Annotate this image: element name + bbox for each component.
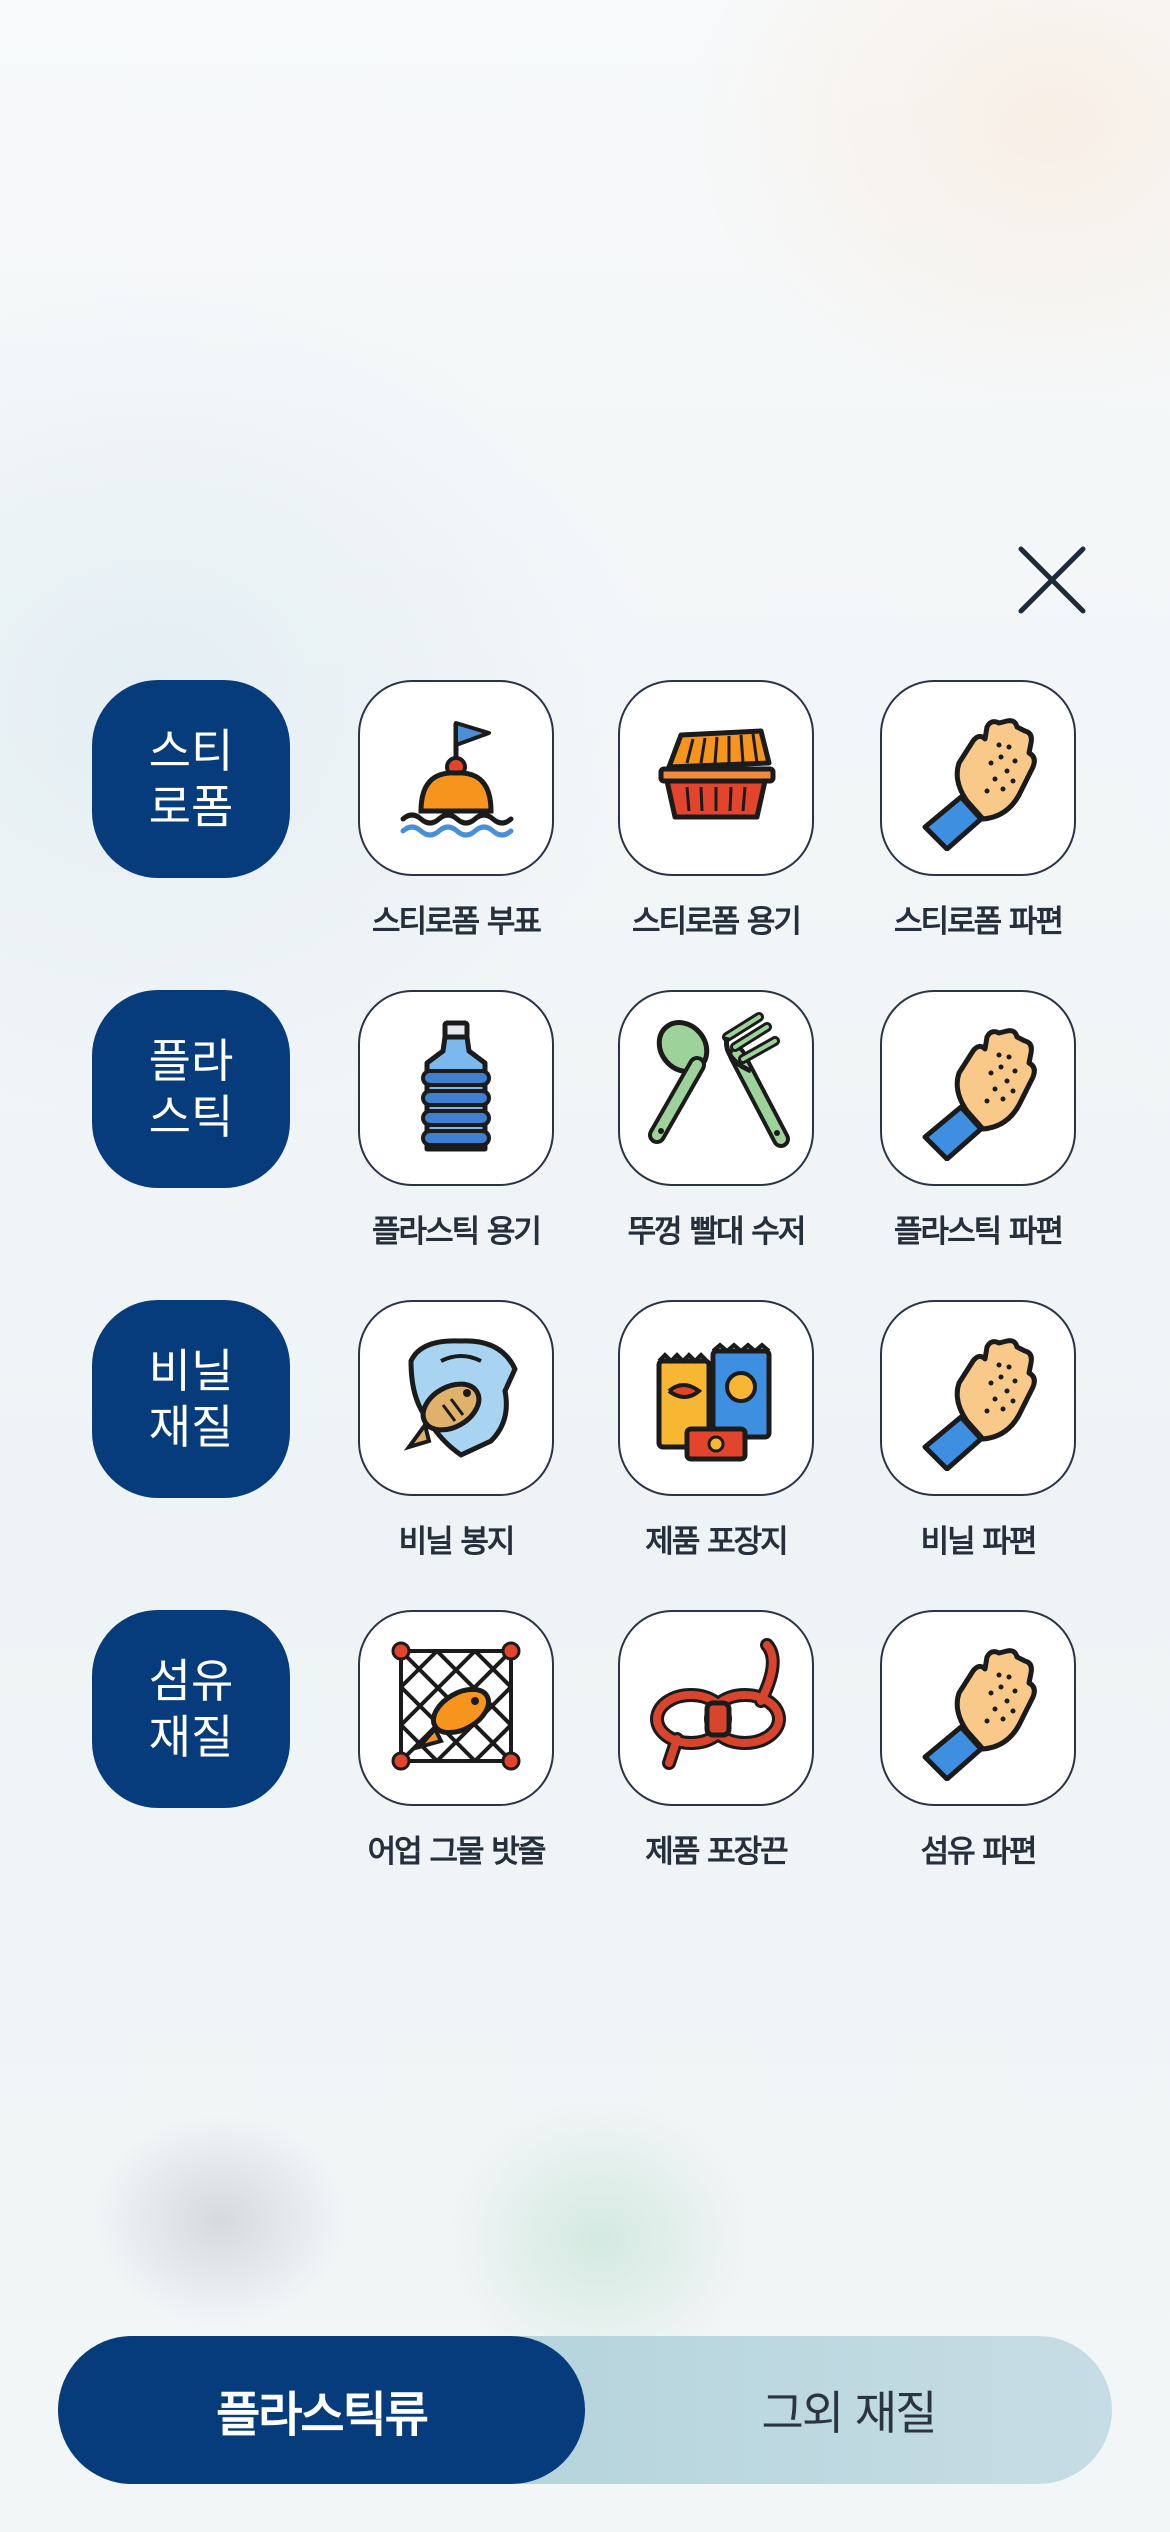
material-item[interactable]: 제품 포장지	[586, 1300, 846, 1570]
material-segment-control: 플라스틱류 그외 재질	[58, 2336, 1112, 2484]
material-item[interactable]: 스티로폼 용기	[586, 680, 846, 950]
material-item-label: 스티로폼 부표	[372, 904, 542, 940]
material-item-label: 제품 포장지	[645, 1524, 788, 1560]
material-item-label: 어업 그물 밧줄	[367, 1834, 547, 1870]
fishing-net-icon	[381, 1631, 531, 1785]
material-item-label: 비닐 파편	[920, 1524, 1038, 1560]
category-button[interactable]: 비닐 재질	[92, 1300, 290, 1498]
category-button[interactable]: 플라 스틱	[92, 990, 290, 1188]
buoy-icon	[381, 701, 531, 855]
material-tile[interactable]	[358, 680, 554, 876]
rope-coil-icon	[641, 1631, 791, 1785]
material-item[interactable]: 플라스틱 파편	[848, 990, 1108, 1260]
fragments-hand-icon	[903, 1011, 1053, 1165]
material-item-label: 스티로폼 용기	[632, 904, 802, 940]
material-item-label: 스티로폼 파편	[894, 904, 1064, 940]
segment-other-tab[interactable]: 그외 재질	[585, 2336, 1112, 2484]
material-item-label: 섬유 파편	[920, 1834, 1038, 1870]
category-row: 스티 로폼 스티로폼 부표 스티로폼 용기 스티로폼 파편	[0, 680, 1170, 950]
material-item[interactable]: 뚜껑 빨대 수저	[586, 990, 846, 1260]
material-tile[interactable]	[618, 990, 814, 1186]
category-row: 비닐 재질 비닐 봉지 제품 포장지 비닐 파편	[0, 1300, 1170, 1570]
material-tile[interactable]	[880, 990, 1076, 1186]
close-icon	[1018, 546, 1086, 614]
background	[0, 0, 1170, 2532]
plastic-bag-fish-icon	[381, 1321, 531, 1475]
material-tile[interactable]	[880, 1610, 1076, 1806]
segment-plastic-tab[interactable]: 플라스틱류	[58, 2336, 585, 2484]
material-item[interactable]: 비닐 봉지	[326, 1300, 586, 1570]
category-button[interactable]: 스티 로폼	[92, 680, 290, 878]
material-tile[interactable]	[618, 1300, 814, 1496]
material-item[interactable]: 스티로폼 파편	[848, 680, 1108, 950]
material-tile[interactable]	[358, 1610, 554, 1806]
material-item[interactable]: 스티로폼 부표	[326, 680, 586, 950]
material-item[interactable]: 비닐 파편	[848, 1300, 1108, 1570]
water-bottle-icon	[381, 1011, 531, 1165]
material-tile[interactable]	[880, 1300, 1076, 1496]
material-tile[interactable]	[880, 680, 1076, 876]
takeout-container-icon	[641, 701, 791, 855]
material-tile[interactable]	[618, 1610, 814, 1806]
material-tile[interactable]	[618, 680, 814, 876]
fragments-hand-icon	[903, 701, 1053, 855]
material-item-label: 제품 포장끈	[645, 1834, 788, 1870]
material-item[interactable]: 제품 포장끈	[586, 1610, 846, 1880]
material-item-label: 비닐 봉지	[398, 1524, 516, 1560]
material-item[interactable]: 어업 그물 밧줄	[326, 1610, 586, 1880]
material-item-label: 뚜껑 빨대 수저	[627, 1214, 807, 1250]
spoon-fork-icon	[641, 1011, 791, 1165]
fragments-hand-icon	[903, 1631, 1053, 1785]
snack-wrappers-icon	[641, 1321, 791, 1475]
material-item[interactable]: 플라스틱 용기	[326, 990, 586, 1260]
category-row: 섬유 재질 어업 그물 밧줄 제품 포장끈 섬유 파편	[0, 1610, 1170, 1880]
material-item-label: 플라스틱 용기	[372, 1214, 542, 1250]
material-item[interactable]: 섬유 파편	[848, 1610, 1108, 1880]
fragments-hand-icon	[903, 1321, 1053, 1475]
material-tile[interactable]	[358, 990, 554, 1186]
category-row: 플라 스틱 플라스틱 용기 뚜껑 빨대 수저 플라스틱 파편	[0, 990, 1170, 1260]
material-tile[interactable]	[358, 1300, 554, 1496]
close-button[interactable]	[1012, 540, 1092, 620]
category-button[interactable]: 섬유 재질	[92, 1610, 290, 1808]
material-item-label: 플라스틱 파편	[894, 1214, 1064, 1250]
